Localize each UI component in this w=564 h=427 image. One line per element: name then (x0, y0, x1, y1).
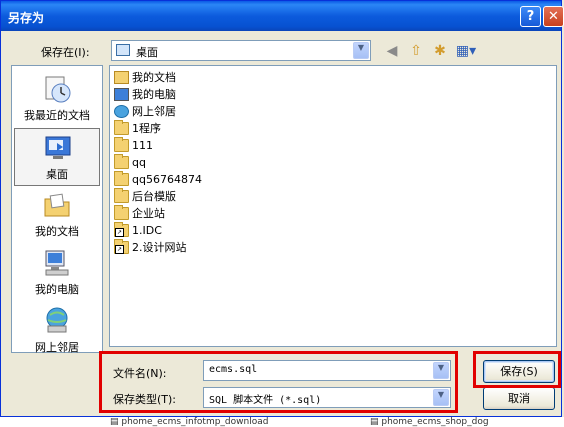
desktop-icon (116, 44, 130, 56)
file-list[interactable]: 我的文档我的电脑网上邻居 1程序 111 qq qq56764874 后台模版企业站 1.I… (109, 65, 557, 347)
help-button[interactable]: ? (520, 6, 541, 27)
desktop-icon (45, 136, 71, 159)
folder-shortcut-icon (114, 221, 129, 237)
file-list-item[interactable]: qq56764874 (114, 170, 202, 187)
background-list-item: ▤ phome_ecms_shop_dog (370, 417, 489, 427)
network-places-icon (46, 307, 68, 333)
file-list-item[interactable]: 2.设计网站 (114, 238, 187, 255)
file-name: 1程序 (132, 122, 161, 135)
save-as-dialog: 另存为 ? ✕ 保存在(I): 桌面 ▼ ◀ ⇧ ✱ ▦▾ 我最近的文档 桌面 … (0, 0, 564, 417)
back-icon[interactable]: ◀ (383, 42, 401, 60)
file-name: 网上邻居 (132, 105, 176, 118)
close-button[interactable]: ✕ (543, 6, 564, 27)
file-name: qq (132, 155, 146, 169)
my-documents-icon (114, 70, 129, 84)
file-list-item[interactable]: 我的电脑 (114, 86, 176, 102)
place-my-documents[interactable]: 我的文档 (14, 186, 100, 244)
file-name: 后台模版 (132, 190, 176, 203)
folder-icon (114, 187, 129, 203)
file-list-item[interactable]: 网上邻居 (114, 103, 176, 119)
place-label: 桌面 (46, 168, 68, 181)
annotation-highlight-filename-area (99, 351, 458, 413)
folder-icon (114, 119, 129, 135)
file-list-item[interactable]: 后台模版 (114, 187, 176, 204)
file-list-item[interactable]: 我的文档 (114, 69, 176, 85)
folder-icon (114, 136, 129, 152)
folder-icon (114, 153, 129, 169)
title-bar[interactable]: 另存为 ? ✕ (1, 1, 564, 31)
file-list-item[interactable]: 1.IDC (114, 221, 162, 238)
save-in-value: 桌面 (136, 46, 158, 59)
file-name: 2.设计网站 (132, 241, 187, 254)
file-list-item[interactable]: 1程序 (114, 119, 161, 136)
place-recent-documents[interactable]: 我最近的文档 (14, 70, 100, 128)
up-folder-icon[interactable]: ⇧ (407, 42, 425, 60)
place-network[interactable]: 网上邻居 (14, 302, 100, 360)
folder-icon (114, 170, 129, 186)
file-list-item[interactable]: 111 (114, 136, 153, 153)
my-computer-icon (45, 250, 69, 276)
place-label: 网上邻居 (35, 341, 79, 354)
chevron-down-icon[interactable]: ▼ (353, 42, 369, 59)
places-bar: 我最近的文档 桌面 我的文档 我的电脑 网上邻居 (11, 65, 103, 354)
background-bottom-strip: ▤ phome_ecms_infotmp_download ▤ phome_ecm… (0, 417, 564, 427)
file-name: qq56764874 (132, 172, 202, 186)
file-name: 我的电脑 (132, 88, 176, 101)
save-in-dropdown[interactable]: 桌面 ▼ (111, 40, 371, 61)
place-my-computer[interactable]: 我的电脑 (14, 244, 100, 302)
dialog-title: 另存为 (8, 11, 45, 25)
background-list-item: ▤ phome_ecms_infotmp_download (110, 417, 269, 427)
recent-documents-icon (45, 76, 71, 103)
place-label: 我的电脑 (35, 283, 79, 296)
my-documents-icon (44, 193, 70, 217)
file-list-item[interactable]: qq (114, 153, 146, 170)
file-name: 1.IDC (132, 223, 162, 237)
folder-shortcut-icon (114, 238, 129, 254)
network-places-icon (114, 104, 129, 118)
file-name: 111 (132, 138, 153, 152)
place-label: 我最近的文档 (24, 109, 90, 122)
file-name: 企业站 (132, 207, 165, 220)
place-desktop[interactable]: 桌面 (14, 128, 100, 186)
annotation-highlight-save-button (473, 351, 561, 388)
cancel-button[interactable]: 取消 (483, 387, 555, 410)
new-folder-icon[interactable]: ✱ (431, 42, 449, 60)
view-menu-icon[interactable]: ▦▾ (454, 42, 478, 60)
place-label: 我的文档 (35, 225, 79, 238)
file-name: 我的文档 (132, 71, 176, 84)
file-list-item[interactable]: 企业站 (114, 204, 165, 221)
folder-icon (114, 204, 129, 220)
my-computer-icon (114, 87, 129, 101)
save-in-label: 保存在(I): (41, 46, 90, 59)
